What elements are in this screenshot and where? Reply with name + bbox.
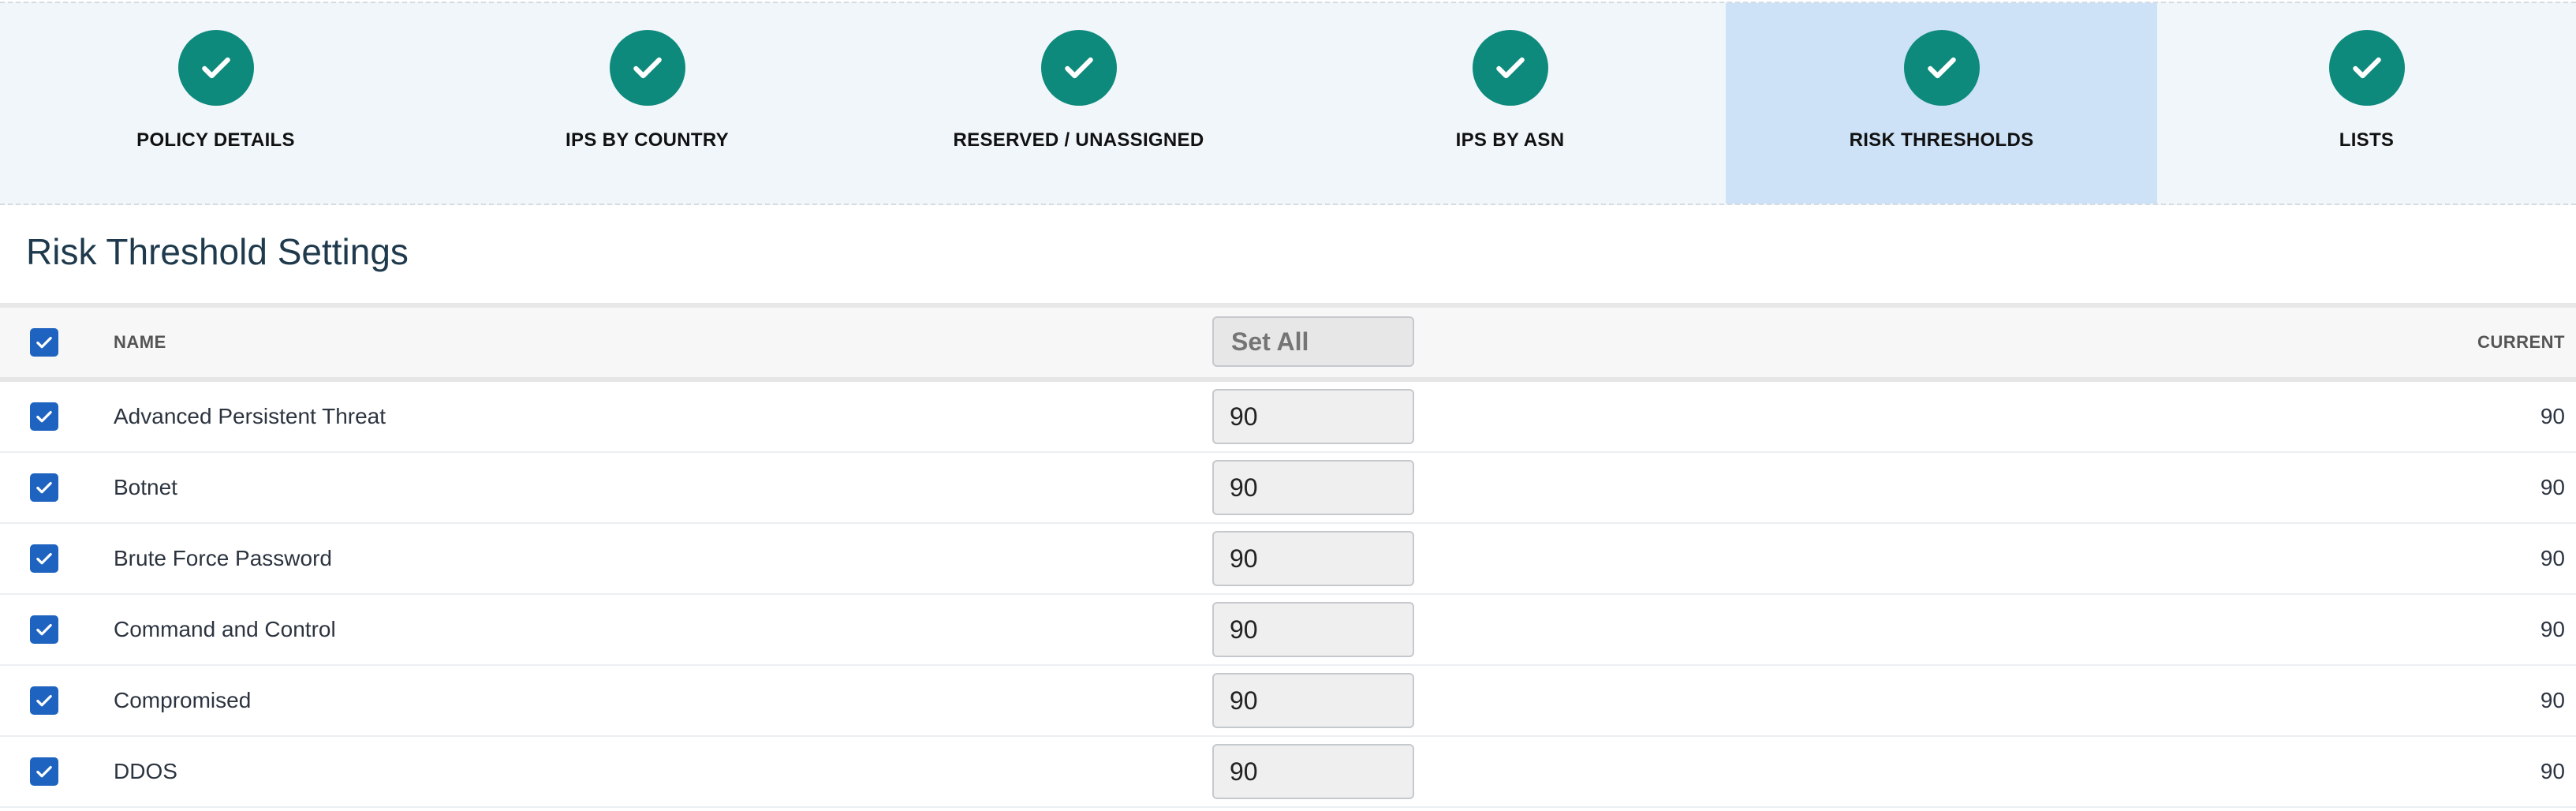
checkmark-icon <box>1927 57 1956 79</box>
row-current-value: 90 <box>2540 617 2565 641</box>
wizard-stepper: POLICY DETAILS IPS BY COUNTRY RESERVED /… <box>0 2 2576 205</box>
step-ips-by-country[interactable]: IPS BY COUNTRY <box>431 3 863 204</box>
row-name: Command and Control <box>114 617 336 641</box>
table-header: NAME CURRENT <box>0 303 2576 382</box>
checkbox-checked-icon <box>36 481 52 494</box>
step-reserved-unassigned[interactable]: RESERVED / UNASSIGNED <box>863 3 1294 204</box>
checkmark-icon <box>2352 57 2381 79</box>
step-label: RESERVED / UNASSIGNED <box>953 129 1204 151</box>
checkbox-checked-icon <box>36 552 52 565</box>
step-label: RISK THRESHOLDS <box>1849 129 2034 151</box>
threshold-input[interactable] <box>1212 673 1414 728</box>
row-checkbox[interactable] <box>30 686 58 715</box>
row-current-value: 90 <box>2540 546 2565 570</box>
threshold-input[interactable] <box>1212 460 1414 515</box>
checkbox-checked-icon <box>36 623 52 636</box>
checkbox-checked-icon <box>36 336 52 349</box>
row-name: Advanced Persistent Threat <box>114 404 386 428</box>
step-label: IPS BY ASN <box>1455 129 1565 151</box>
table-row: Command and Control 90 <box>0 595 2576 666</box>
step-complete-badge <box>1040 30 1117 106</box>
row-name: Botnet <box>114 475 177 499</box>
row-name: Brute Force Password <box>114 546 332 570</box>
step-label: LISTS <box>2339 129 2395 151</box>
step-complete-badge <box>609 30 685 106</box>
page-title: Risk Threshold Settings <box>26 231 409 272</box>
checkbox-checked-icon <box>36 410 52 423</box>
row-name: Compromised <box>114 688 252 712</box>
step-label: POLICY DETAILS <box>136 129 295 151</box>
select-all-checkbox[interactable] <box>30 328 58 357</box>
checkbox-checked-icon <box>36 765 52 778</box>
set-all-input[interactable] <box>1212 316 1414 367</box>
step-lists[interactable]: LISTS <box>2157 3 2576 204</box>
table-row: Brute Force Password 90 <box>0 524 2576 595</box>
checkmark-icon <box>1495 57 1525 79</box>
threshold-input[interactable] <box>1212 602 1414 657</box>
checkbox-checked-icon <box>36 694 52 707</box>
checkmark-icon <box>633 57 662 79</box>
step-risk-thresholds[interactable]: RISK THRESHOLDS <box>1726 3 2157 204</box>
row-current-value: 90 <box>2540 404 2565 428</box>
step-complete-badge <box>1903 30 1980 106</box>
row-checkbox[interactable] <box>30 757 58 786</box>
step-complete-badge <box>177 30 254 106</box>
row-current-value: 90 <box>2540 759 2565 783</box>
threshold-input[interactable] <box>1212 744 1414 799</box>
table-row: Botnet 90 <box>0 453 2576 524</box>
threshold-input[interactable] <box>1212 531 1414 586</box>
checkmark-icon <box>1064 57 1093 79</box>
row-checkbox[interactable] <box>30 544 58 573</box>
row-checkbox[interactable] <box>30 402 58 431</box>
table-row: Compromised 90 <box>0 666 2576 737</box>
row-current-value: 90 <box>2540 475 2565 499</box>
table-row: DDOS 90 <box>0 737 2576 808</box>
step-ips-by-asn[interactable]: IPS BY ASN <box>1294 3 1726 204</box>
checkmark-icon <box>201 57 230 79</box>
table-row: Advanced Persistent Threat 90 <box>0 382 2576 453</box>
row-checkbox[interactable] <box>30 473 58 502</box>
risk-threshold-table: NAME CURRENT Advanced Persistent Threat … <box>0 303 2576 808</box>
row-current-value: 90 <box>2540 688 2565 712</box>
row-checkbox[interactable] <box>30 615 58 644</box>
row-name: DDOS <box>114 759 177 783</box>
step-complete-badge <box>2328 30 2405 106</box>
step-label: IPS BY COUNTRY <box>566 129 729 151</box>
step-complete-badge <box>1472 30 1548 106</box>
step-policy-details[interactable]: POLICY DETAILS <box>0 3 431 204</box>
column-header-current: CURRENT <box>2477 332 2565 352</box>
column-header-name: NAME <box>114 332 166 352</box>
threshold-input[interactable] <box>1212 389 1414 444</box>
